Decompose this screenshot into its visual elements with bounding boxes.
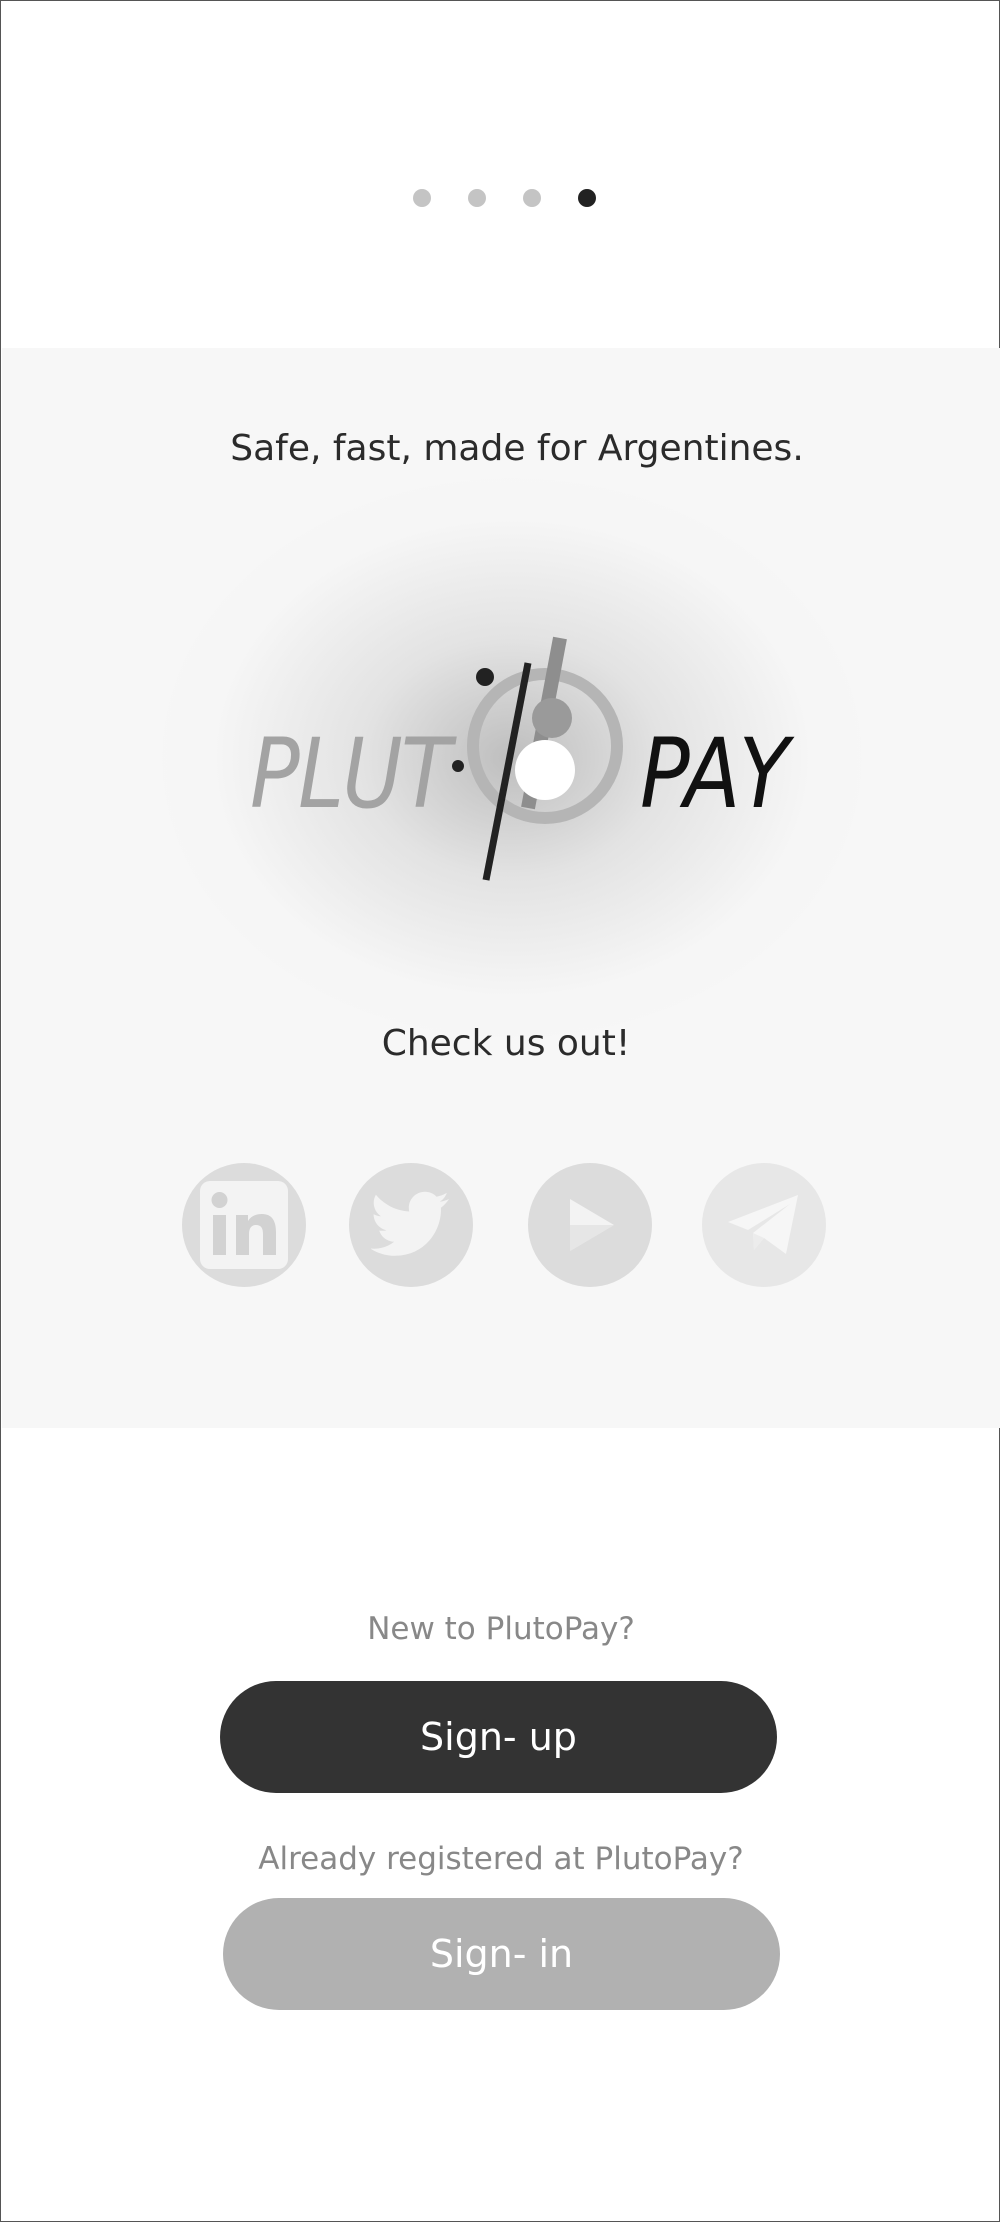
pager-dot-3[interactable]	[522, 189, 541, 207]
tagline: Safe, fast, made for Argentines.	[230, 428, 804, 469]
registered-user-prompt: Already registered at PlutoPay?	[258, 1841, 744, 1877]
check-us-out-heading: Check us out!	[381, 1023, 631, 1064]
hero-panel: Safe, fast, made for Argentines. PLUT PA…	[2, 348, 1000, 1428]
plutopay-logo: PLUT PAY	[242, 618, 802, 888]
pager-dot-1[interactable]	[412, 189, 431, 207]
youtube-button[interactable]	[528, 1163, 652, 1287]
pager-dot-2[interactable]	[467, 189, 486, 207]
linkedin-icon	[200, 1181, 288, 1269]
linkedin-button[interactable]	[182, 1163, 306, 1287]
telegram-button[interactable]	[702, 1163, 826, 1287]
logo-text-pay: PAY	[640, 718, 789, 830]
twitter-icon	[371, 1191, 449, 1256]
onboarding-pager	[1, 189, 1000, 211]
logo-text-plut: PLUT	[250, 718, 451, 830]
pager-dot-4-active[interactable]	[577, 189, 596, 207]
telegram-icon	[728, 1195, 798, 1254]
logo-mark-icon	[452, 636, 623, 881]
social-links	[182, 1163, 832, 1287]
new-user-prompt: New to PlutoPay?	[367, 1611, 635, 1647]
sign-up-button[interactable]: Sign- up	[220, 1681, 777, 1793]
play-icon	[570, 1199, 614, 1251]
twitter-button[interactable]	[349, 1163, 473, 1287]
sign-in-button[interactable]: Sign- in	[223, 1898, 780, 2010]
screen: Safe, fast, made for Argentines. PLUT PA…	[0, 0, 1000, 2222]
